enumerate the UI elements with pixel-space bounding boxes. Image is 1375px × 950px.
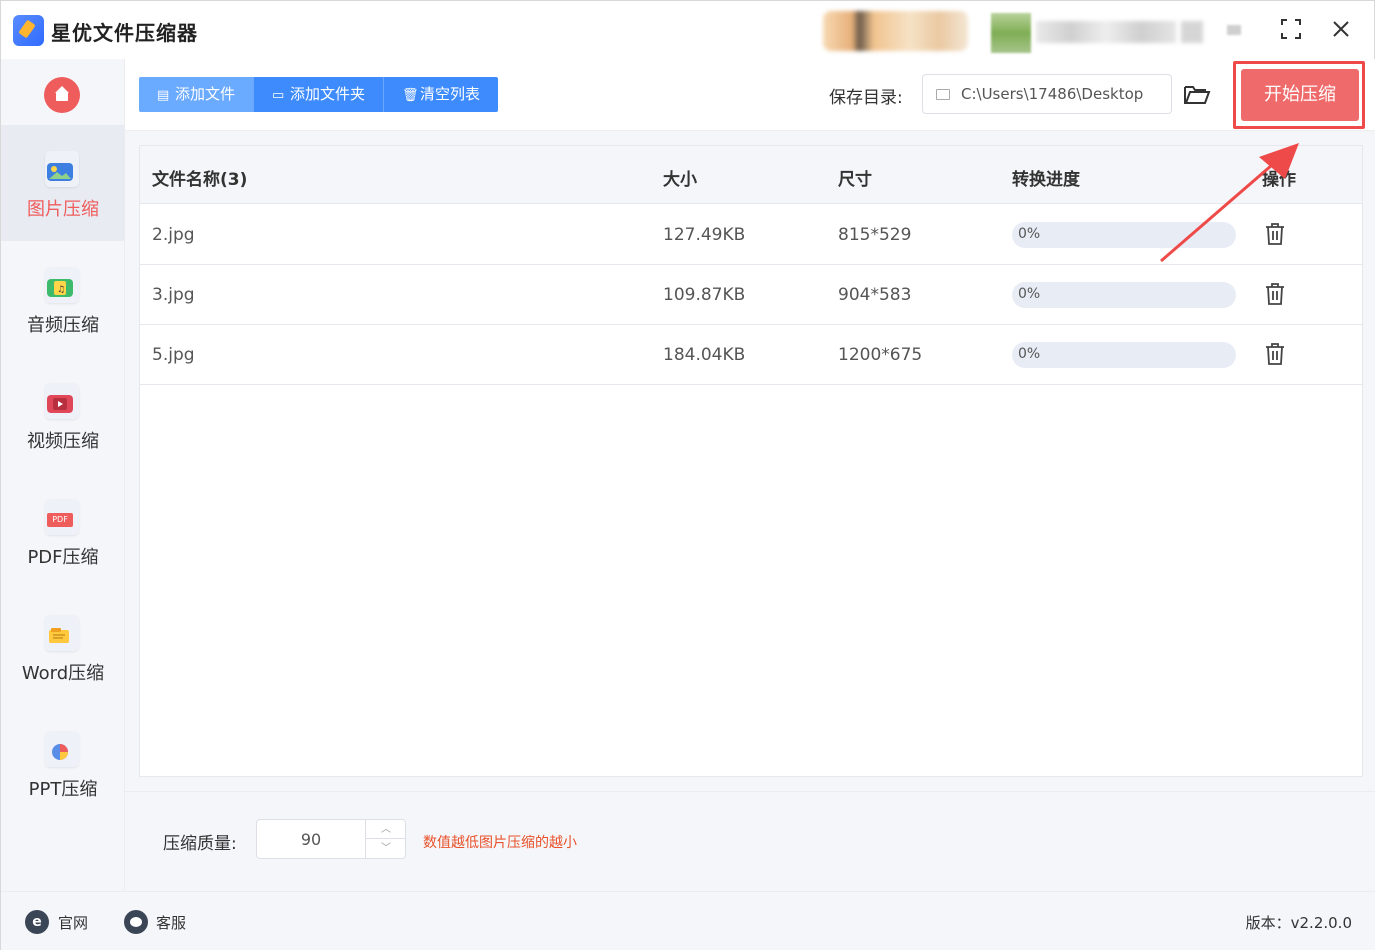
maximize-icon[interactable]	[1278, 17, 1304, 43]
file-name: 5.jpg	[152, 345, 195, 365]
sidebar-item-word[interactable]: Word压缩	[1, 589, 125, 705]
sidebar-item-label: 视频压缩	[27, 431, 99, 452]
add-file-button[interactable]: ▤ 添加文件	[139, 77, 255, 112]
sidebar-item-label: PDF压缩	[27, 547, 99, 568]
delete-icon[interactable]	[1264, 282, 1286, 306]
table-row: 5.jpg 184.04KB 1200*675 0%	[140, 325, 1362, 385]
folder-icon	[936, 89, 950, 100]
sidebar-item-label: Word压缩	[21, 663, 105, 684]
progress-bar: 0%	[1012, 342, 1236, 368]
delete-icon[interactable]	[1264, 222, 1286, 246]
title-bar: 星优文件压缩器	[1, 1, 1374, 59]
file-size: 127.49KB	[663, 225, 746, 245]
blurred-user-banner	[823, 11, 968, 51]
audio-icon: ♫	[45, 267, 79, 303]
progress-bar: 0%	[1012, 222, 1236, 248]
file-button-group: ▤ 添加文件 ▭ 添加文件夹 🗑清空列表	[139, 77, 499, 112]
pdf-badge: PDF	[47, 513, 73, 527]
table-header: 文件名称(3) 大小 尺寸 转换进度 操作	[140, 146, 1362, 204]
sidebar-item-video[interactable]: 视频压缩	[1, 357, 125, 473]
close-icon[interactable]	[1328, 17, 1354, 43]
app-logo-icon	[13, 15, 44, 46]
header-size: 大小	[663, 170, 697, 190]
quality-value[interactable]: 90	[257, 830, 365, 849]
file-size: 184.04KB	[663, 345, 746, 365]
clear-list-button[interactable]: 🗑清空列表	[384, 77, 499, 112]
header-progress: 转换进度	[1012, 170, 1080, 190]
quality-stepper[interactable]: 90 ︿ ﹀	[256, 819, 406, 859]
progress-text: 0%	[1018, 286, 1041, 302]
chat-icon[interactable]	[124, 910, 148, 934]
save-directory-label: 保存目录:	[829, 88, 903, 108]
blurred-avatar	[991, 13, 1031, 53]
toolbar: ▤ 添加文件 ▭ 添加文件夹 🗑清空列表 保存目录: C:\Users\17486\…	[125, 59, 1375, 131]
footer: e 官网 客服 版本：v2.2.0.0	[1, 891, 1375, 950]
chevron-up-icon[interactable]: ︿	[366, 820, 406, 839]
save-path-text: C:\Users\17486\Desktop	[961, 85, 1144, 103]
table-row: 3.jpg 109.87KB 904*583 0%	[140, 265, 1362, 325]
add-folder-button[interactable]: ▭ 添加文件夹	[254, 77, 385, 112]
version-label: 版本：v2.2.0.0	[1245, 914, 1352, 932]
quality-label: 压缩质量:	[163, 834, 237, 854]
video-icon	[45, 383, 79, 419]
save-path-field[interactable]: C:\Users\17486\Desktop	[922, 74, 1172, 114]
folder-icon: ▭	[272, 88, 285, 103]
blurred-user-info	[1036, 21, 1176, 43]
sidebar-item-label: 音频压缩	[27, 315, 99, 336]
file-size: 109.87KB	[663, 285, 746, 305]
image-icon	[45, 151, 79, 187]
file-dimensions: 815*529	[838, 225, 912, 245]
sidebar-item-audio[interactable]: ♫ 音频压缩	[1, 241, 125, 357]
home-icon[interactable]	[44, 77, 80, 113]
website-icon[interactable]: e	[25, 910, 49, 934]
app-window: 星优文件压缩器 图片压缩 ♫ 音频压缩 视频压缩 PDF PDF压缩 Word压…	[0, 0, 1375, 950]
file-icon: ▤	[157, 88, 170, 103]
header-action: 操作	[1262, 170, 1296, 190]
sidebar-item-label: 图片压缩	[27, 199, 99, 220]
pdf-icon: PDF	[45, 499, 79, 535]
support-link[interactable]: 客服	[156, 912, 186, 933]
blurred-icon	[1181, 21, 1203, 43]
delete-icon[interactable]	[1264, 342, 1286, 366]
open-folder-icon[interactable]	[1183, 81, 1211, 107]
blurred-minimize[interactable]	[1227, 25, 1241, 35]
progress-bar: 0%	[1012, 282, 1236, 308]
word-icon	[45, 615, 79, 651]
trash-icon: 🗑	[402, 88, 419, 103]
start-compress-button[interactable]: 开始压缩	[1241, 69, 1359, 121]
app-title: 星优文件压缩器	[51, 21, 198, 45]
header-dimensions: 尺寸	[838, 170, 872, 190]
progress-text: 0%	[1018, 346, 1041, 362]
file-dimensions: 1200*675	[838, 345, 923, 365]
add-folder-label: 添加文件夹	[290, 85, 366, 103]
file-list-area: 文件名称(3) 大小 尺寸 转换进度 操作 2.jpg 127.49KB 815…	[125, 131, 1375, 791]
chevron-down-icon[interactable]: ﹀	[366, 839, 406, 858]
file-dimensions: 904*583	[838, 285, 912, 305]
sidebar-item-label: PPT压缩	[28, 779, 98, 800]
header-name: 文件名称(3)	[152, 170, 248, 190]
file-table: 文件名称(3) 大小 尺寸 转换进度 操作 2.jpg 127.49KB 815…	[139, 145, 1363, 777]
website-link[interactable]: 官网	[58, 912, 88, 933]
quality-bar: 压缩质量: 90 ︿ ﹀ 数值越低图片压缩的越小	[125, 791, 1375, 891]
ppt-icon	[45, 731, 79, 767]
file-name: 2.jpg	[152, 225, 195, 245]
clear-list-label: 清空列表	[420, 85, 481, 103]
progress-text: 0%	[1018, 226, 1041, 242]
quality-spinner: ︿ ﹀	[365, 820, 406, 858]
sidebar-item-pdf[interactable]: PDF PDF压缩	[1, 473, 125, 589]
table-row: 2.jpg 127.49KB 815*529 0%	[140, 205, 1362, 265]
sidebar-item-ppt[interactable]: PPT压缩	[1, 705, 125, 821]
add-file-label: 添加文件	[175, 85, 236, 103]
file-name: 3.jpg	[152, 285, 195, 305]
quality-hint: 数值越低图片压缩的越小	[423, 835, 577, 851]
svg-text:♫: ♫	[57, 285, 65, 295]
sidebar: 图片压缩 ♫ 音频压缩 视频压缩 PDF PDF压缩 Word压缩 PPT压缩	[1, 59, 125, 891]
sidebar-item-image[interactable]: 图片压缩	[1, 125, 125, 241]
